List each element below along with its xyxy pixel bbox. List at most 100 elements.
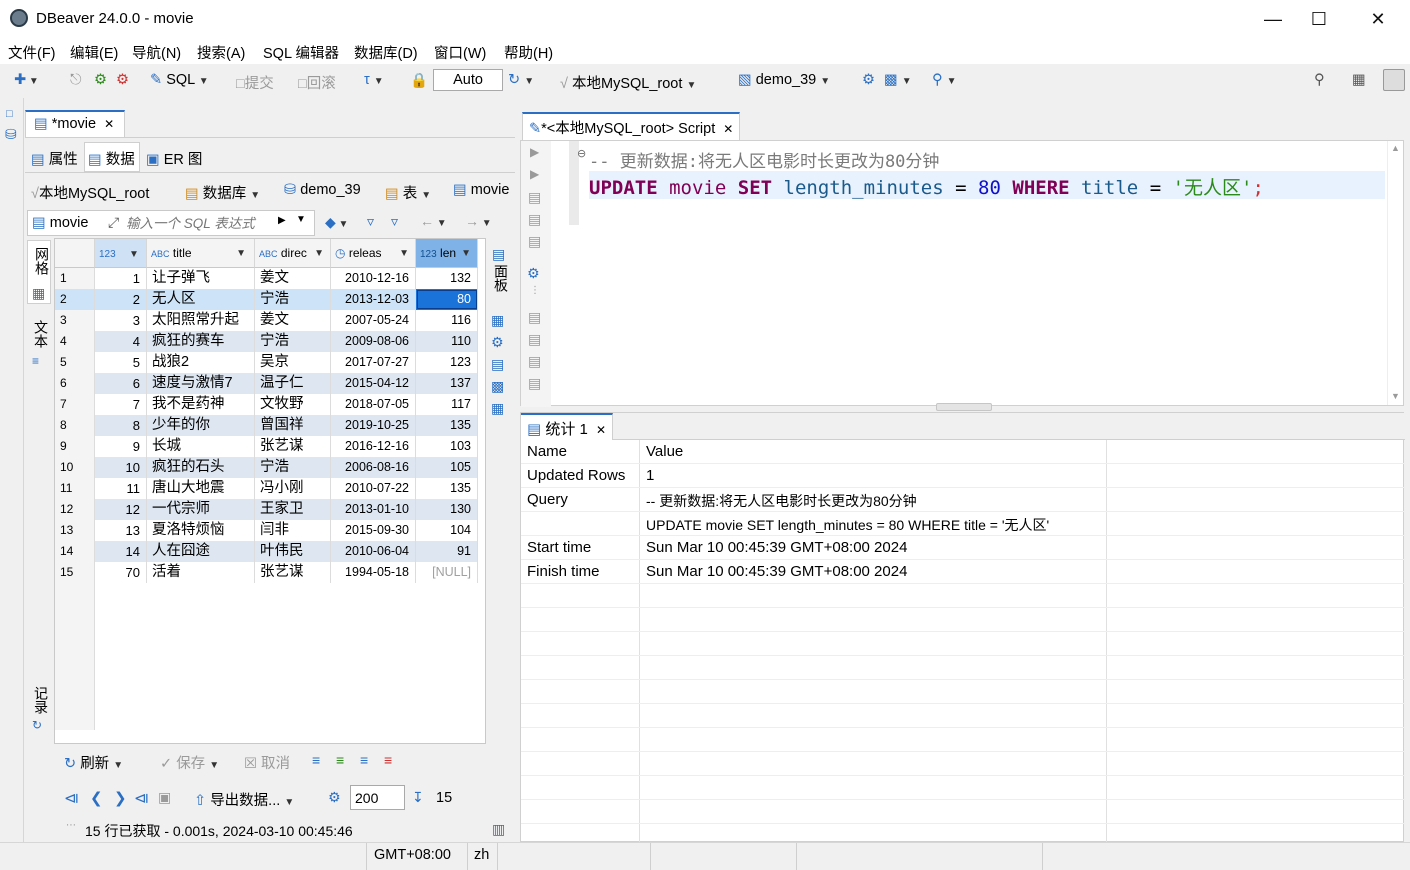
forward-icon[interactable]: → ▼ [465, 213, 492, 229]
table-cell-release[interactable]: 2013-01-10 [331, 499, 416, 520]
panels-icon[interactable]: ▤ [492, 246, 505, 263]
table-cell-id[interactable]: 3 [95, 310, 147, 331]
results-tab-close-icon[interactable]: ✕ [596, 423, 606, 437]
restore-icon[interactable]: □ [6, 108, 13, 120]
filter-dropdown-icon[interactable]: ▼ [296, 214, 306, 225]
fetch-all-icon[interactable]: ▣ [158, 789, 171, 806]
dbeaver-perspective-icon[interactable] [1383, 69, 1405, 91]
calculator-icon[interactable]: ⚙ [491, 334, 504, 351]
table-row[interactable]: 14 14 人在囧途 叶伟民 2010-06-04 91 [55, 541, 485, 562]
table-cell-id[interactable]: 10 [95, 457, 147, 478]
table-cell-director[interactable]: 曾国祥 [255, 415, 331, 436]
commit-button[interactable]: □提交 [236, 72, 274, 93]
breadcrumb-tables[interactable]: ▤ 表 ▼ [385, 182, 431, 203]
table-row[interactable]: 11 11 唐山大地震 冯小刚 2010-07-22 135 [55, 478, 485, 499]
explain-icon[interactable]: ▤ [528, 211, 541, 228]
filter-input[interactable] [126, 213, 286, 233]
table-cell-title[interactable]: 一代宗师 [147, 499, 255, 520]
table-cell-title[interactable]: 我不是药神 [147, 394, 255, 415]
table-cell-title[interactable]: 战狼2 [147, 352, 255, 373]
edit-row-icon[interactable]: ≡ [312, 752, 320, 768]
dashboard-icon[interactable]: ⚙ [862, 72, 875, 88]
table-cell-title[interactable]: 疯狂的赛车 [147, 331, 255, 352]
table-cell-title[interactable]: 疯狂的石头 [147, 457, 255, 478]
menu-search[interactable]: 搜索(A) [197, 42, 245, 63]
side-tab-grid[interactable]: 网格 ▦ [27, 240, 51, 304]
table-cell-title[interactable]: 速度与激情7 [147, 373, 255, 394]
menu-file[interactable]: 文件(F) [8, 42, 56, 63]
execute-icon[interactable]: ▶ [530, 145, 539, 159]
perspective-icon[interactable]: ▦ [1352, 72, 1366, 88]
table-row[interactable]: 4 4 疯狂的赛车 宁浩 2009-08-06 110 [55, 331, 485, 352]
result-row[interactable]: Name Value [521, 440, 1405, 464]
refresh-button[interactable]: ↻ 刷新 ▼ [64, 752, 123, 773]
column-header-title[interactable]: ABC title ▼ [147, 239, 255, 268]
row-count-icon[interactable]: ↧ [412, 789, 424, 806]
panels-label[interactable]: 面板 [491, 264, 511, 292]
table-cell-director[interactable]: 冯小刚 [255, 478, 331, 499]
table-cell-director[interactable]: 吴京 [255, 352, 331, 373]
table-cell-release[interactable]: 2009-08-06 [331, 331, 416, 352]
first-page-icon[interactable]: ⧏ [64, 789, 79, 807]
table-cell-director[interactable]: 宁浩 [255, 289, 331, 310]
table-cell-release[interactable]: 2016-12-16 [331, 436, 416, 457]
references-icon[interactable]: ▦ [491, 400, 504, 417]
table-cell-release[interactable]: 1994-05-18 [331, 562, 416, 583]
table-row[interactable]: 2 2 无人区 宁浩 2013-12-03 80 [55, 289, 485, 310]
menu-window[interactable]: 窗口(W) [434, 42, 486, 63]
table-cell-id[interactable]: 7 [95, 394, 147, 415]
editor-settings-icon[interactable]: ⚙ [527, 265, 540, 282]
table-cell-len[interactable]: 123 [416, 352, 478, 373]
column-header-release[interactable]: ◷ releas ▼ [331, 239, 416, 268]
table-cell-id[interactable]: 11 [95, 478, 147, 499]
splitter-handle[interactable] [936, 403, 992, 411]
table-cell-id[interactable]: 13 [95, 520, 147, 541]
table-row[interactable]: 6 6 速度与激情7 温子仁 2015-04-12 137 [55, 373, 485, 394]
table-cell-release[interactable]: 2019-10-25 [331, 415, 416, 436]
table-row[interactable]: 7 7 我不是药神 文牧野 2018-07-05 117 [55, 394, 485, 415]
maximize-icon[interactable]: ☐ [1296, 6, 1342, 32]
table-cell-director[interactable]: 文牧野 [255, 394, 331, 415]
table-cell-director[interactable]: 张艺谋 [255, 562, 331, 583]
menu-navigate[interactable]: 导航(N) [132, 42, 181, 63]
tab-er-diagram[interactable]: ▣ ER 图 [146, 148, 202, 169]
back-icon[interactable]: ← ▼ [420, 213, 447, 229]
table-cell-len[interactable]: 137 [416, 373, 478, 394]
table-row[interactable]: 5 5 战狼2 吴京 2017-07-27 123 [55, 352, 485, 373]
fold-icon[interactable]: ⊖ [577, 147, 586, 160]
table-cell-title[interactable]: 唐山大地震 [147, 478, 255, 499]
table-cell-len[interactable]: 91 [416, 541, 478, 562]
table-row[interactable]: 9 9 长城 张艺谋 2016-12-16 103 [55, 436, 485, 457]
transaction-mode-field[interactable]: Auto [433, 69, 503, 91]
table-cell-len[interactable]: 104 [416, 520, 478, 541]
table-cell-len[interactable]: 110 [416, 331, 478, 352]
table-cell-director[interactable]: 叶伟民 [255, 541, 331, 562]
table-cell-len[interactable]: 130 [416, 499, 478, 520]
table-cell-id[interactable]: 9 [95, 436, 147, 457]
table-cell-len[interactable]: [NULL] [416, 562, 478, 583]
breadcrumb-connection[interactable]: √本地MySQL_root [31, 182, 149, 203]
table-cell-len[interactable]: 117 [416, 394, 478, 415]
export-data-button[interactable]: ⇧ 导出数据... ▼ [194, 789, 294, 810]
execute-script-icon[interactable]: ▶ [530, 167, 539, 181]
table-cell-director[interactable]: 温子仁 [255, 373, 331, 394]
table-row[interactable]: 12 12 一代宗师 王家卫 2013-01-10 130 [55, 499, 485, 520]
table-cell-id[interactable]: 1 [95, 268, 147, 289]
sql-editor-button[interactable]: ✎ SQL ▼ [150, 72, 209, 88]
table-row[interactable]: 3 3 太阳照常升起 姜文 2007-05-24 116 [55, 310, 485, 331]
table-cell-len[interactable]: 103 [416, 436, 478, 457]
table-cell-release[interactable]: 2015-09-30 [331, 520, 416, 541]
search-icon[interactable]: ⚲ ▼ [932, 72, 957, 88]
tab-properties[interactable]: ▤ 属性 [31, 148, 78, 169]
history-icon[interactable]: ↻ ▼ [508, 72, 534, 88]
result-row[interactable]: Finish time Sun Mar 10 00:45:39 GMT+08:00… [521, 560, 1405, 584]
breadcrumb-table[interactable]: ▤ movie [453, 182, 509, 198]
table-cell-id[interactable]: 8 [95, 415, 147, 436]
transaction-mode-icon[interactable]: τ ▼ [364, 72, 384, 88]
expand-filter-icon[interactable]: ⤢ [108, 214, 119, 231]
table-row[interactable]: 1 1 让子弹飞 姜文 2010-12-16 132 [55, 268, 485, 289]
export-file-icon[interactable]: ▤ [528, 353, 541, 370]
menu-sql-editor[interactable]: SQL 编辑器 [263, 42, 339, 63]
filter-history-icon[interactable]: ▶ [278, 215, 286, 226]
disconnect-icon[interactable]: ⎋ [70, 72, 81, 88]
